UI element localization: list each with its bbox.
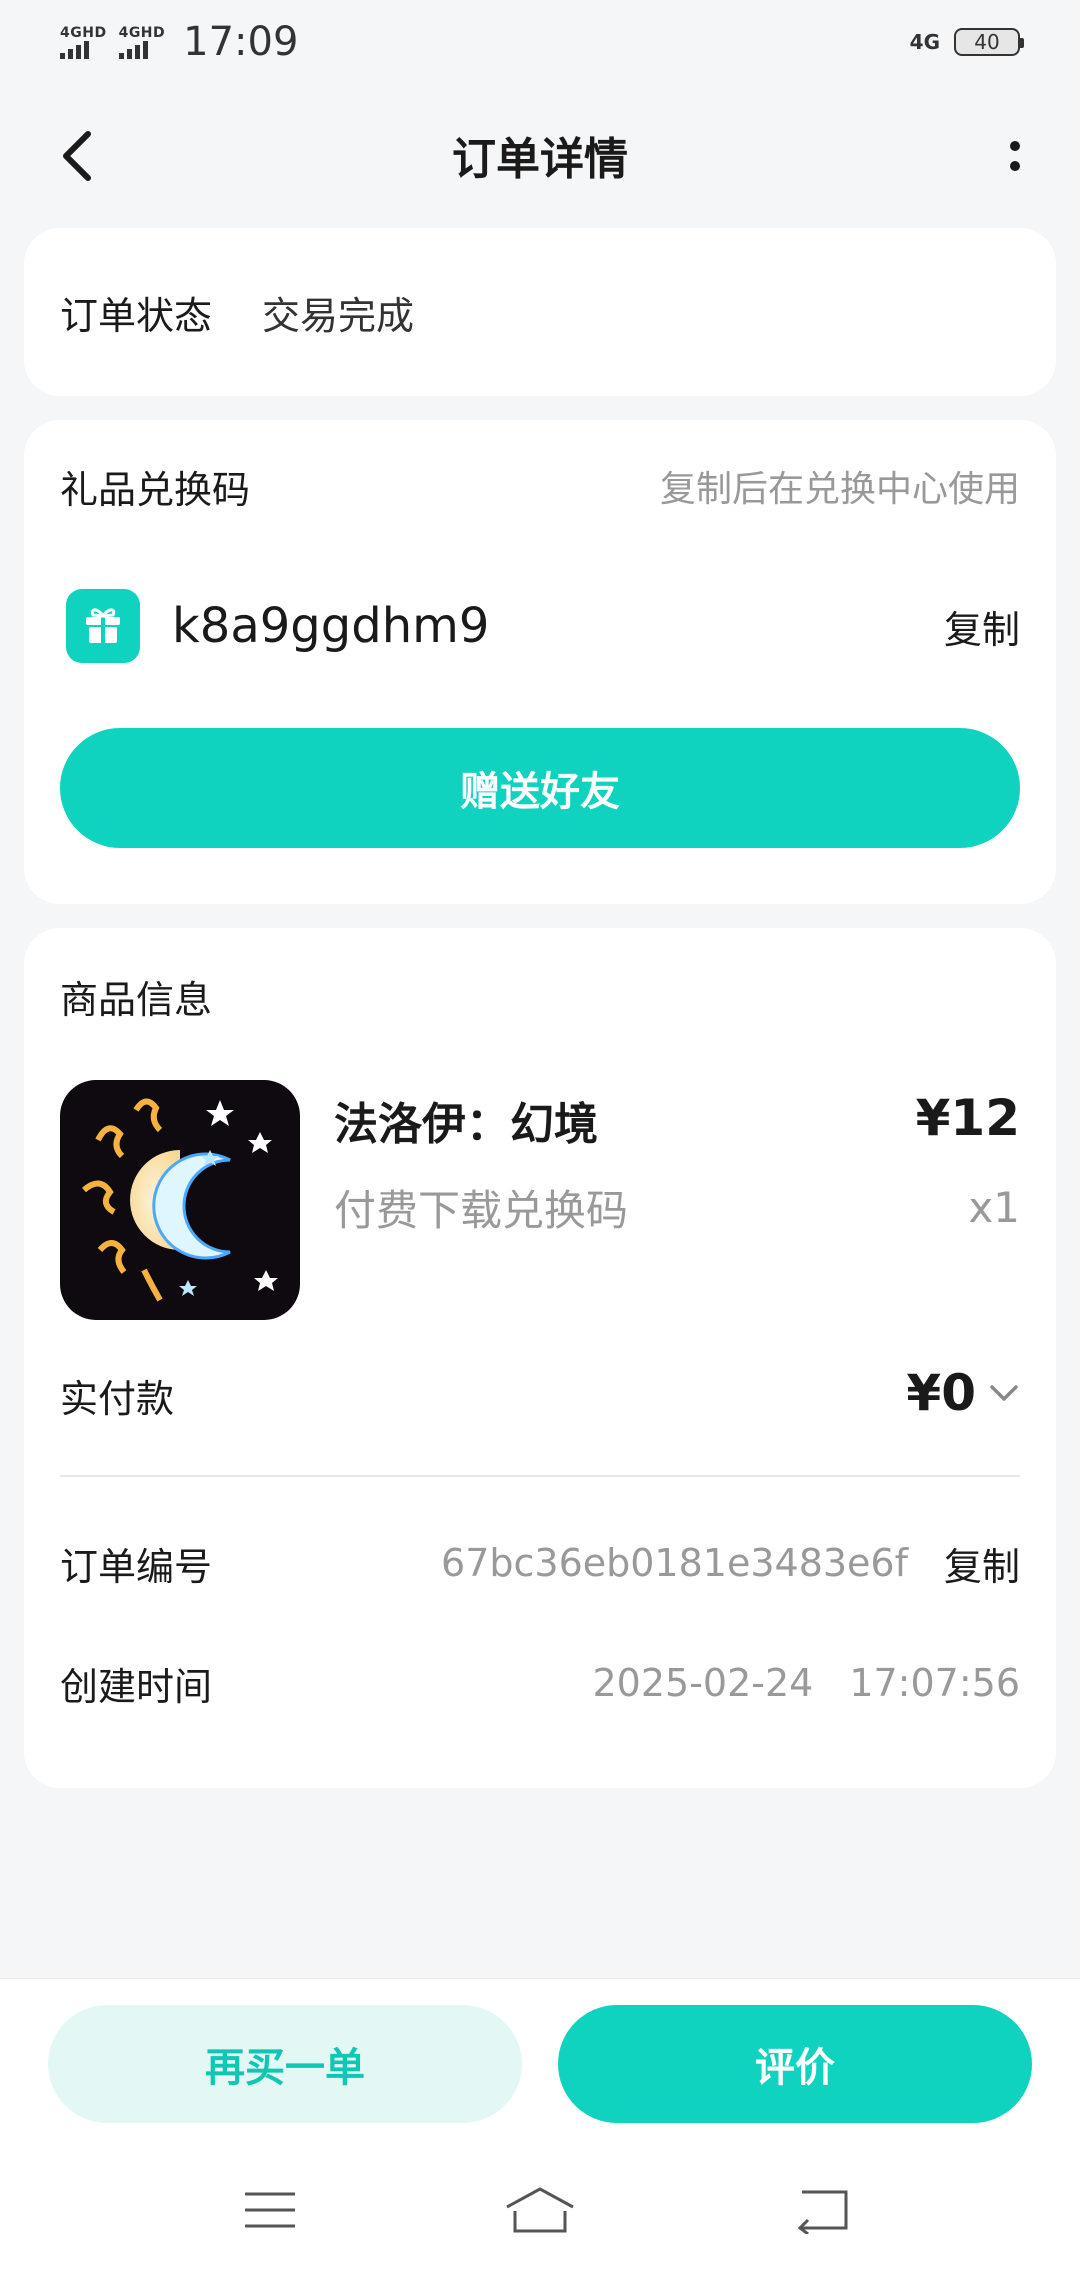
gift-code-hint: 复制后在兑换中心使用 [659,469,1020,510]
gift-icon [66,589,140,663]
product-image [60,1080,300,1320]
signal-sim1: 4GHD [60,25,107,59]
rate-button[interactable]: 评价 [558,2005,1032,2123]
gift-code-row: k8a9ggdhm9 [66,586,489,666]
created-time: 17:07:56 [849,1661,1020,1705]
gift-code-title-row: 礼品兑换码 [60,456,250,516]
page-title: 订单详情 [452,134,628,185]
status-left: 4GHD 4GHD 17:09 [60,19,298,65]
signal-bars-icon [60,41,89,59]
order-number-label-row: 订单编号 [60,1528,212,1598]
paid-value: ¥0 [906,1364,976,1422]
signal-bars-icon [118,41,148,59]
created-time-value-row: 2025-02-24 17:07:56 [592,1648,1020,1718]
paid-label: 实付款 [60,1376,175,1421]
clock: 17:09 [183,19,299,65]
gift-code-card: 礼品兑换码 复制后在兑换中心使用 k8a9ggdhm9 复制 赠送好友 [24,420,1056,904]
home-icon [506,2187,574,2233]
product-name: 法洛伊：幻境 [334,1099,598,1150]
signal-label-1: 4GHD [60,25,107,41]
send-to-friend-button[interactable]: 赠送好友 [60,728,1020,848]
product-info-card: 商品信息 法洛伊：幻境 ¥12 付费下载兑换码 x1 实付款 ¥0 订单编号 6… [24,928,1056,1788]
status-bar: 4GHD 4GHD 17:09 4G 40 [0,0,1080,84]
gift-code-title: 礼品兑换码 [60,467,251,512]
more-icon [1010,141,1020,171]
navbar: 订单详情 [0,100,1080,210]
menu-icon [245,2192,295,2228]
back-button[interactable] [56,126,106,186]
return-icon [797,2190,848,2234]
paid-value-row[interactable]: ¥0 [906,1358,1020,1428]
created-time-label-row: 创建时间 [60,1648,212,1718]
product-section-title-row: 商品信息 [60,966,212,1026]
order-number-copy-button[interactable]: 复制 [944,1536,1020,1591]
battery-icon: 40 [954,28,1024,56]
signal-label-2: 4GHD [118,25,166,41]
product-price: ¥12 [915,1089,1020,1147]
rebuy-button[interactable]: 再买一单 [48,2005,522,2123]
gift-code-hint-row: 复制后在兑换中心使用 [660,456,1020,516]
gift-code-copy-row: 复制 [944,586,1020,666]
order-status-row: 订单状态 交易完成 [60,228,414,396]
back-icon [63,131,91,181]
order-number-value-row: 67bc36eb0181e3483e6f 复制 [441,1528,1020,1598]
chevron-down-icon [990,1385,1018,1401]
product-subtitle-row: 付费下载兑换码 [334,1172,628,1242]
product-quantity-row: x1 [968,1172,1020,1242]
order-status-card: 订单状态 交易完成 [24,228,1056,396]
product-name-row: 法洛伊：幻境 [334,1080,598,1160]
created-time-label: 创建时间 [60,1664,213,1709]
product-section-title: 商品信息 [60,977,213,1022]
product-subtitle: 付费下载兑换码 [334,1185,629,1235]
gift-code-value: k8a9ggdhm9 [172,598,490,654]
order-number-value: 67bc36eb0181e3483e6f [441,1541,908,1585]
created-date: 2025-02-24 [592,1661,814,1705]
order-status-label: 订单状态 [60,293,213,338]
gift-code-copy-button[interactable]: 复制 [944,599,1020,654]
return-button[interactable] [782,2180,862,2240]
order-status-value: 交易完成 [262,293,415,338]
status-right: 4G 40 [909,28,1024,56]
signal-sim2: 4GHD [118,25,166,59]
network-indicator: 4G [909,30,940,54]
paid-label-row: 实付款 [60,1360,174,1430]
product-price-row: ¥12 [916,1078,1020,1158]
more-button[interactable] [990,126,1040,186]
order-number-label: 订单编号 [60,1544,213,1589]
product-quantity: x1 [968,1182,1020,1232]
menu-button[interactable] [230,2180,310,2240]
divider [60,1475,1020,1477]
home-button[interactable] [500,2180,580,2240]
